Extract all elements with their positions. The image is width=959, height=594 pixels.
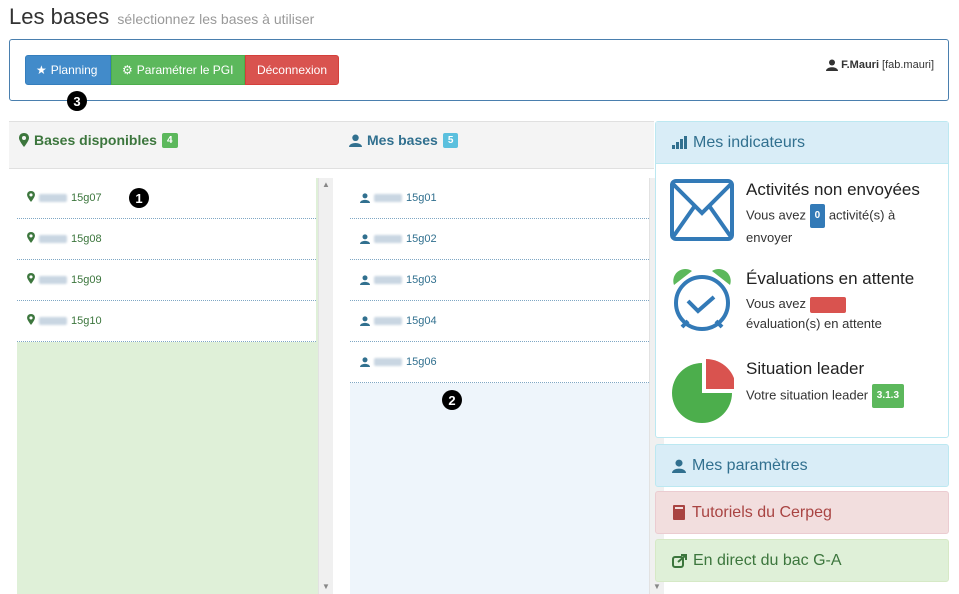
leader-value-badge: 3.1.3 [871, 384, 905, 408]
my-bases-count: 5 [442, 132, 459, 148]
my-base-item[interactable]: 15g04 [350, 301, 649, 342]
my-settings-label: Mes paramètres [692, 456, 808, 474]
live-bac-panel[interactable]: En direct du bac G-A [655, 539, 949, 582]
live-bac-label: En direct du bac G-A [693, 551, 842, 569]
top-toolbar-panel: ★ Planning ⚙ Paramétrer le PGI Déconnexi… [9, 39, 949, 101]
evaluations-count-badge [809, 296, 846, 313]
scroll-up-icon[interactable]: ▲ [322, 180, 330, 189]
available-base-label: 15g08 [71, 233, 102, 245]
callout-marker-3: 3 [67, 91, 87, 111]
scroll-down-icon[interactable]: ▼ [322, 582, 330, 591]
leader-text-label: Votre situation leader [746, 387, 869, 403]
available-base-item[interactable]: 15g09 [17, 260, 316, 301]
map-marker-icon [27, 314, 35, 328]
evaluations-title: Évaluations en attente [746, 269, 915, 288]
redacted-prefix [374, 276, 402, 284]
my-bases-title: Mes bases [367, 132, 438, 148]
pgi-settings-button-label: Paramétrer le PGI [136, 63, 234, 77]
my-settings-panel[interactable]: Mes paramètres [655, 444, 949, 487]
available-bases-header: Bases disponibles 4 [9, 121, 334, 169]
indicators-panel: Mes indicateurs Activités non envoyées V… [655, 121, 949, 438]
map-marker-icon [27, 273, 35, 287]
available-bases-count: 4 [161, 132, 178, 148]
my-base-item[interactable]: 15g01 [350, 178, 649, 219]
evaluations-text-after: évaluation(s) en attente [746, 316, 882, 331]
activities-count-badge: 0 [809, 204, 826, 228]
redacted-prefix [39, 194, 67, 202]
my-base-label: 15g01 [406, 192, 437, 204]
indicators-title: Mes indicateurs [693, 133, 806, 151]
page-subtitle: sélectionnez les bases à utiliser [117, 11, 315, 27]
scroll-down-icon[interactable]: ▼ [653, 582, 661, 591]
user-icon [826, 59, 839, 71]
callout-marker-2: 2 [442, 390, 462, 410]
user-icon [360, 316, 370, 326]
star-icon: ★ [36, 63, 47, 77]
redacted-prefix [374, 317, 402, 325]
available-base-item[interactable]: 15g07 [17, 178, 316, 219]
logout-button-label: Déconnexion [256, 63, 328, 77]
envelope-icon [670, 179, 734, 241]
share-icon [672, 553, 687, 568]
redacted-prefix [374, 358, 402, 366]
pie-chart-icon [672, 359, 734, 423]
leader-text: Votre situation leader 3.1.3 [746, 384, 941, 408]
my-base-item[interactable]: 15g06 [350, 342, 649, 383]
map-marker-icon [27, 232, 35, 246]
user-icon [360, 357, 370, 367]
user-icon [360, 234, 370, 244]
available-base-label: 15g07 [71, 192, 102, 204]
signal-bars-icon [672, 136, 687, 149]
redacted-prefix [39, 235, 67, 243]
available-base-item[interactable]: 15g08 [17, 219, 316, 260]
main-button-group: ★ Planning ⚙ Paramétrer le PGI Déconnexi… [25, 55, 339, 85]
my-bases-header: Mes bases 5 [334, 121, 654, 169]
user-icon [672, 459, 686, 473]
page-title: Les bases sélectionnez les bases à utili… [9, 4, 314, 30]
tutorials-panel[interactable]: Tutoriels du Cerpeg [655, 491, 949, 534]
alarm-clock-icon [673, 268, 731, 331]
available-base-item[interactable]: 15g10 [17, 301, 316, 342]
planning-button-label: Planning [50, 63, 98, 77]
redacted-prefix [374, 235, 402, 243]
planning-button[interactable]: ★ Planning [25, 55, 111, 85]
book-icon [673, 505, 685, 520]
my-base-label: 15g02 [406, 233, 437, 245]
evaluations-text-before: Vous avez [746, 296, 806, 311]
map-marker-icon [19, 133, 29, 147]
evaluations-text: Vous avez évaluation(s) en attente [746, 294, 936, 334]
redacted-prefix [39, 317, 67, 325]
available-base-label: 15g10 [71, 315, 102, 327]
pgi-settings-button[interactable]: ⚙ Paramétrer le PGI [111, 55, 245, 85]
map-marker-icon [27, 191, 35, 205]
redacted-prefix [39, 276, 67, 284]
my-base-label: 15g06 [406, 356, 437, 368]
available-bases-title: Bases disponibles [34, 132, 157, 148]
activities-text-before: Vous avez [746, 207, 806, 223]
user-login: [fab.mauri] [882, 59, 934, 71]
redacted-prefix [374, 194, 402, 202]
available-bases-list[interactable]: 15g07 15g08 15g09 15g10 ▲ ▼ [17, 178, 333, 594]
user-icon [360, 193, 370, 203]
activities-text: Vous avez 0 activité(s) à envoyer [746, 204, 936, 248]
gear-icon: ⚙ [122, 63, 133, 77]
my-bases-list[interactable]: 15g01 15g02 15g03 15g04 15g06 ▼ [350, 178, 664, 594]
leader-title: Situation leader [746, 359, 865, 378]
user-info: F.Mauri [fab.mauri] [826, 59, 934, 71]
my-base-item[interactable]: 15g03 [350, 260, 649, 301]
available-base-label: 15g09 [71, 274, 102, 286]
my-base-label: 15g03 [406, 274, 437, 286]
my-base-item[interactable]: 15g02 [350, 219, 649, 260]
tutorials-label: Tutoriels du Cerpeg [692, 503, 832, 521]
activities-title: Activités non envoyées [746, 180, 920, 199]
page-title-text: Les bases [9, 4, 110, 29]
available-list-scrollbar[interactable]: ▲ ▼ [318, 178, 333, 594]
user-name: F.Mauri [841, 59, 880, 71]
logout-button[interactable]: Déconnexion [245, 55, 339, 85]
my-base-label: 15g04 [406, 315, 437, 327]
user-icon [360, 275, 370, 285]
callout-marker-1: 1 [129, 188, 149, 208]
user-icon [349, 134, 362, 147]
indicators-panel-header: Mes indicateurs [656, 122, 948, 164]
